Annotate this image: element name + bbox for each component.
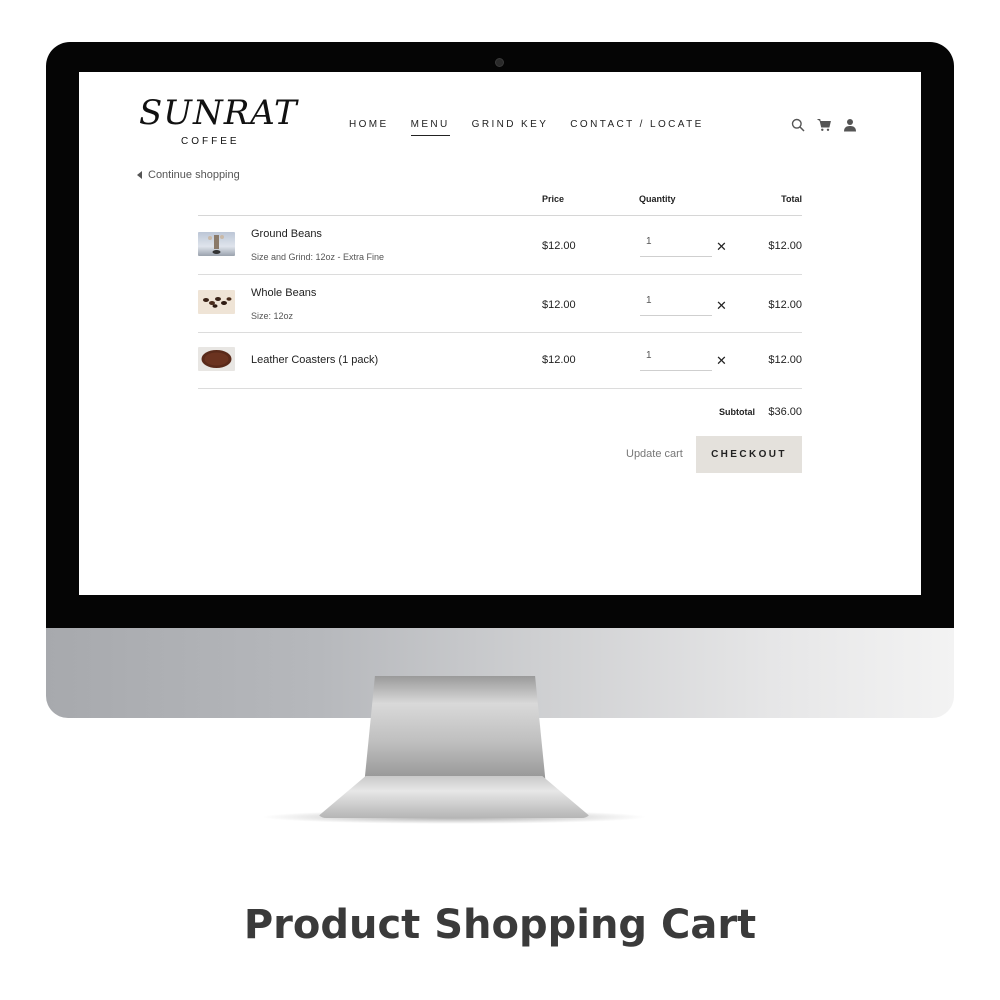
product-thumbnail[interactable]: [198, 290, 235, 314]
subtotal-value: $36.00: [768, 406, 802, 418]
remove-item-icon[interactable]: ✕: [716, 354, 727, 367]
product-name[interactable]: Leather Coasters (1 pack): [251, 354, 378, 366]
line-total: $12.00: [768, 240, 802, 252]
screen: SUNRAT COFFEE HOME MENU GRIND KEY CONTAC…: [79, 72, 921, 595]
product-price: $12.00: [542, 354, 576, 366]
search-icon[interactable]: [791, 118, 805, 132]
nav-home[interactable]: HOME: [349, 119, 389, 136]
subtotal-label: Subtotal: [719, 407, 755, 417]
main-nav: HOME MENU GRIND KEY CONTACT / LOCATE: [349, 119, 704, 136]
product-thumbnail[interactable]: [198, 232, 235, 256]
caret-left-icon: [137, 171, 142, 179]
product-thumbnail[interactable]: [198, 347, 235, 371]
account-icon[interactable]: [843, 118, 857, 132]
monitor-stand-base: [316, 776, 592, 818]
logo-wordmark: SUNRAT: [139, 93, 298, 133]
quantity-input[interactable]: 1: [640, 234, 712, 257]
cart-row: Leather Coasters (1 pack) $12.00 1 ✕ $12…: [198, 333, 802, 389]
update-cart-button[interactable]: Update cart: [626, 448, 683, 460]
product-variant: Size: 12oz: [251, 311, 294, 321]
remove-item-icon[interactable]: ✕: [716, 299, 727, 312]
column-header-price: Price: [542, 194, 565, 204]
column-header-quantity: Quantity: [639, 194, 676, 204]
cart-icon[interactable]: [817, 118, 831, 132]
line-total: $12.00: [768, 354, 802, 366]
continue-shopping-link[interactable]: Continue shopping: [137, 169, 240, 181]
page-caption: Product Shopping Cart: [243, 902, 757, 948]
logo[interactable]: SUNRAT COFFEE: [139, 96, 297, 152]
line-total: $12.00: [768, 299, 802, 311]
nav-contact-locate[interactable]: CONTACT / LOCATE: [570, 119, 703, 136]
logo-subtitle: COFFEE: [181, 136, 240, 147]
product-price: $12.00: [542, 299, 576, 311]
subtotal: Subtotal $36.00: [719, 406, 802, 418]
header-icons: [791, 118, 857, 132]
continue-shopping-label: Continue shopping: [148, 169, 240, 181]
cart-row: Ground Beans Size and Grind: 12oz - Extr…: [198, 216, 802, 275]
quantity-input[interactable]: 1: [640, 293, 712, 316]
nav-menu[interactable]: MENU: [410, 119, 450, 136]
product-variant: Size and Grind: 12oz - Extra Fine: [251, 252, 385, 262]
cart-row: Whole Beans Size: 12oz $12.00 1 ✕ $12.00: [198, 275, 802, 333]
product-name[interactable]: Ground Beans: [251, 228, 322, 240]
cart-table-header: Price Quantity Total: [198, 188, 802, 216]
product-price: $12.00: [542, 240, 576, 252]
monitor-stand-neck: [364, 676, 546, 786]
product-name[interactable]: Whole Beans: [251, 287, 316, 299]
column-header-total: Total: [781, 194, 802, 204]
checkout-button[interactable]: CHECKOUT: [696, 436, 802, 473]
nav-grind-key[interactable]: GRIND KEY: [472, 119, 549, 136]
remove-item-icon[interactable]: ✕: [716, 240, 727, 253]
camera-dot: [495, 58, 504, 67]
quantity-input[interactable]: 1: [640, 348, 712, 371]
